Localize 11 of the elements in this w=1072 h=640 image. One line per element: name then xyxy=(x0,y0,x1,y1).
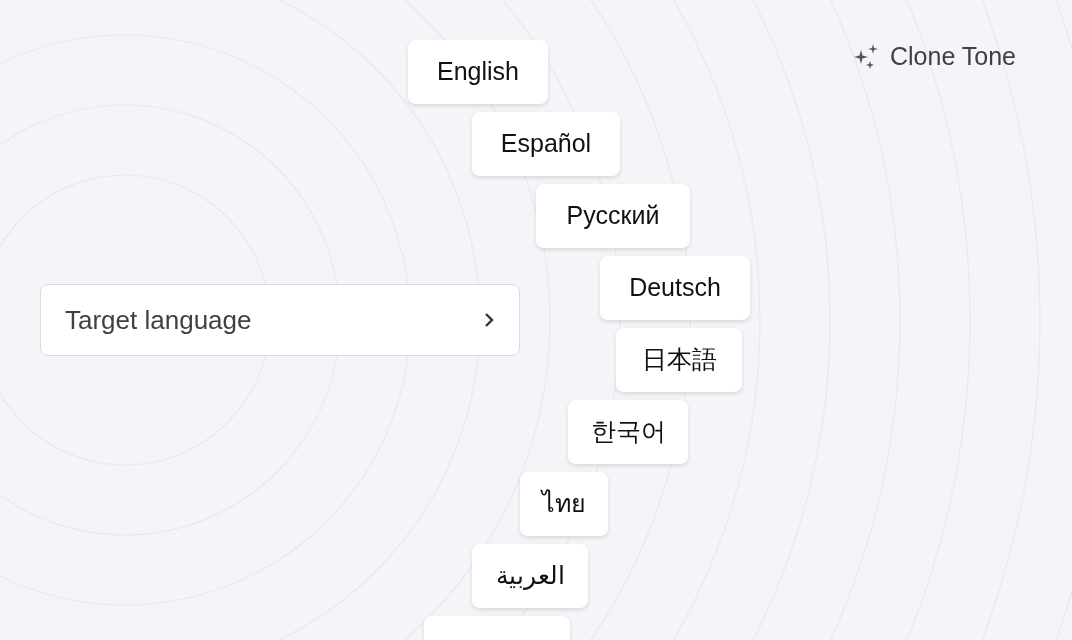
target-language-select[interactable]: Target language xyxy=(40,284,520,356)
language-chip[interactable]: ไทย xyxy=(520,472,608,536)
chevron-right-icon xyxy=(483,311,495,329)
language-chip[interactable]: Español xyxy=(472,112,620,176)
language-chip[interactable]: العربية xyxy=(472,544,588,608)
language-chip[interactable]: Русский xyxy=(536,184,690,248)
language-chip[interactable]: Deutsch xyxy=(600,256,750,320)
language-chip[interactable]: English xyxy=(408,40,548,104)
language-chip[interactable]: 日本語 xyxy=(616,328,742,392)
language-chip[interactable]: 한국어 xyxy=(568,400,688,464)
clone-tone-button[interactable]: Clone Tone xyxy=(852,38,1017,76)
